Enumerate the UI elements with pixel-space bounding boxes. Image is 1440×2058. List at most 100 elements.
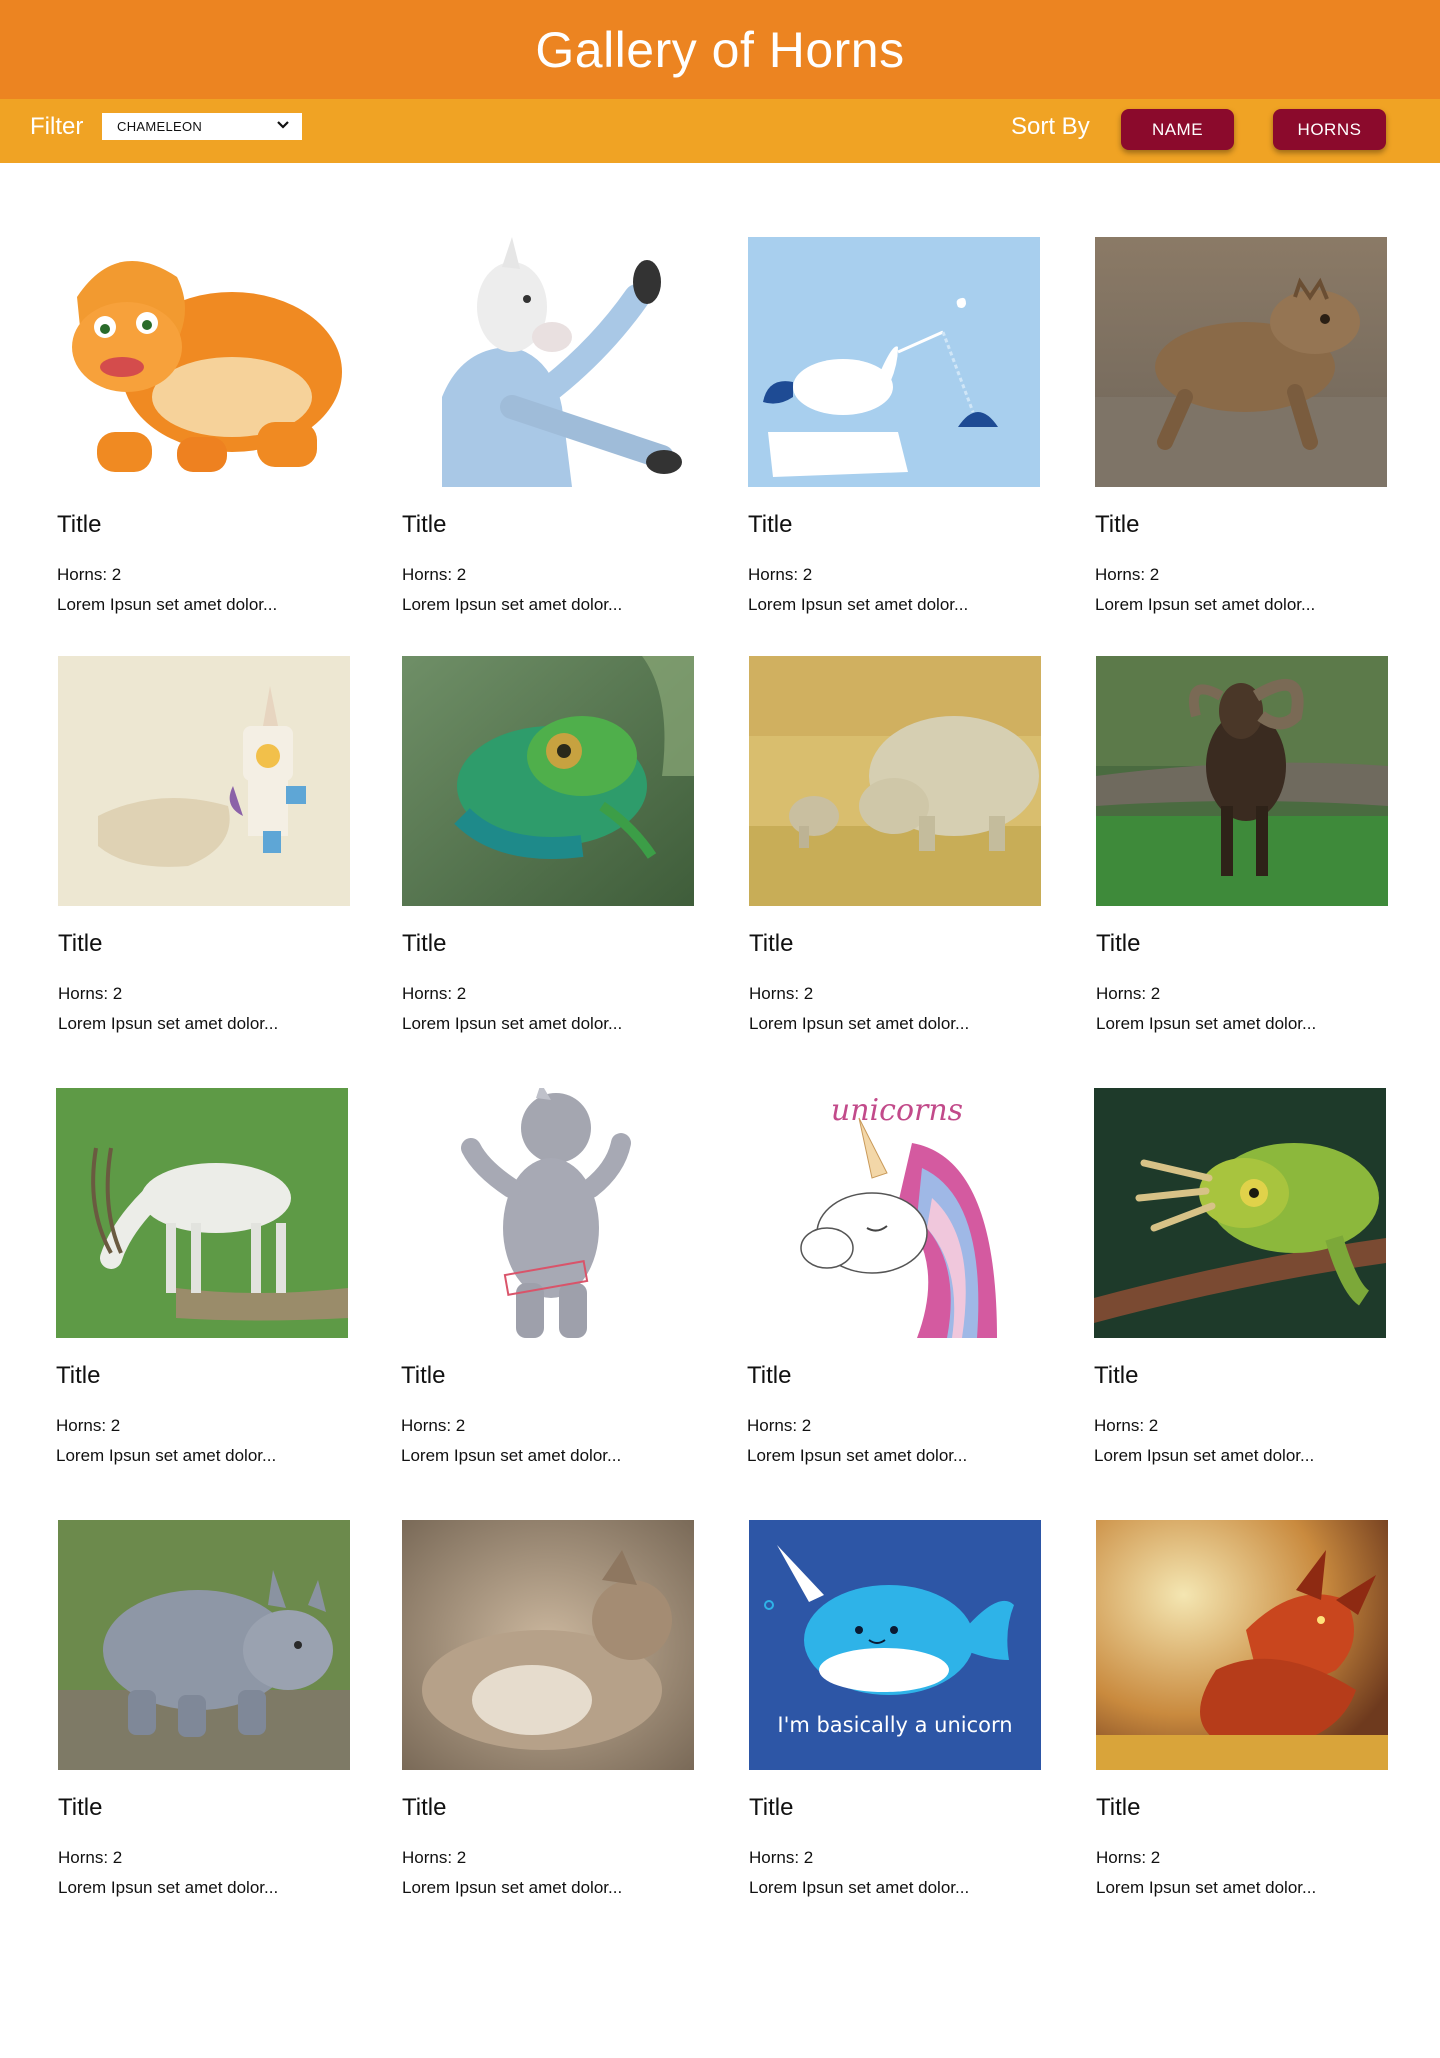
card-description: Lorem Ipsun set amet dolor... — [1094, 1446, 1315, 1465]
card-title: Title — [1095, 511, 1140, 538]
gallery-card[interactable]: Title Horns: 2 Lorem Ipsun set amet dolo… — [1095, 237, 1387, 615]
rhino-mascot-costume-image — [401, 1088, 693, 1338]
card-description: Lorem Ipsun set amet dolor... — [58, 1014, 279, 1033]
mouflon-ram-image — [1096, 656, 1388, 906]
card-description: Lorem Ipsun set amet dolor... — [56, 1446, 277, 1465]
gallery-card[interactable]: Title Horns: 2 Lorem Ipsun set amet dolo… — [1094, 1088, 1386, 1466]
narwhal-cartoon-image: I'm basically a unicorn — [749, 1520, 1041, 1770]
card-description: Lorem Ipsun set amet dolor... — [1096, 1014, 1317, 1033]
card-image[interactable] — [749, 656, 1041, 906]
card-description: Lorem Ipsun set amet dolor... — [57, 595, 278, 614]
sort-by-horns-button[interactable]: HORNS — [1273, 109, 1386, 150]
lego-unicorn-figure-image — [58, 656, 350, 906]
narwhal-caption-text: I'm basically a unicorn — [777, 1713, 1012, 1737]
card-title: Title — [402, 511, 447, 538]
horned-lizard-image — [1095, 237, 1387, 487]
card-description: Lorem Ipsun set amet dolor... — [402, 1878, 623, 1897]
card-image[interactable] — [56, 1088, 348, 1338]
gallery-card[interactable]: Title Horns: 2 Lorem Ipsun set amet dolo… — [58, 1520, 350, 1898]
card-image[interactable] — [58, 1520, 350, 1770]
card-horns: Horns: 2 — [401, 1416, 466, 1435]
card-image[interactable] — [1096, 1520, 1388, 1770]
card-horns: Horns: 2 — [1095, 565, 1160, 584]
card-horns: Horns: 2 — [402, 565, 467, 584]
card-title: Title — [58, 930, 103, 957]
card-title: Title — [1096, 1794, 1141, 1821]
filter-sort-toolbar: Filter CHAMELEON Sort By NAME HORNS — [0, 99, 1440, 163]
gallery-card[interactable]: unicorns Title Horns: 2 Lorem Ipsun set … — [747, 1088, 1039, 1466]
sleeping-animal-blurry-image — [402, 1520, 694, 1770]
card-image[interactable] — [1096, 656, 1388, 906]
filter-label: Filter — [30, 113, 84, 140]
unicorn-narwhal-illustration-image — [748, 237, 1040, 487]
card-image[interactable] — [748, 237, 1040, 487]
card-title: Title — [56, 1362, 101, 1389]
page-header: Gallery of Horns — [0, 0, 1440, 99]
card-description: Lorem Ipsun set amet dolor... — [747, 1446, 968, 1465]
card-image[interactable] — [402, 1520, 694, 1770]
card-description: Lorem Ipsun set amet dolor... — [749, 1014, 970, 1033]
card-description: Lorem Ipsun set amet dolor... — [1096, 1878, 1317, 1897]
gallery-card[interactable]: Title Horns: 2 Lorem Ipsun set amet dolo… — [749, 656, 1041, 1034]
card-title: Title — [1096, 930, 1141, 957]
card-title: Title — [749, 930, 794, 957]
card-image[interactable] — [402, 237, 694, 487]
card-title: Title — [748, 511, 793, 538]
gallery-card[interactable]: Title Horns: 2 Lorem Ipsun set amet dolo… — [402, 1520, 694, 1898]
card-image[interactable]: unicorns — [747, 1088, 1039, 1338]
card-horns: Horns: 2 — [1094, 1416, 1159, 1435]
card-horns: Horns: 2 — [58, 1848, 123, 1867]
card-description: Lorem Ipsun set amet dolor... — [749, 1878, 970, 1897]
filter-select[interactable]: CHAMELEON — [102, 113, 302, 140]
card-image[interactable] — [1095, 237, 1387, 487]
card-image[interactable]: I'm basically a unicorn — [749, 1520, 1041, 1770]
card-description: Lorem Ipsun set amet dolor... — [401, 1446, 622, 1465]
unicorn-mask-person-image — [402, 237, 694, 487]
card-image[interactable] — [402, 656, 694, 906]
sort-by-name-button[interactable]: NAME — [1121, 109, 1234, 150]
jacksons-chameleon-image — [1094, 1088, 1386, 1338]
card-horns: Horns: 2 — [57, 565, 122, 584]
gallery-card[interactable]: Title Horns: 2 Lorem Ipsun set amet dolo… — [748, 237, 1040, 615]
gallery-card[interactable]: Title Horns: 2 Lorem Ipsun set amet dolo… — [56, 1088, 348, 1466]
chevron-down-icon — [277, 121, 289, 129]
card-horns: Horns: 2 — [749, 1848, 814, 1867]
gallery-card[interactable]: Title Horns: 2 Lorem Ipsun set amet dolo… — [402, 237, 694, 615]
card-title: Title — [58, 1794, 103, 1821]
gallery-card[interactable]: Title Horns: 2 Lorem Ipsun set amet dolo… — [58, 656, 350, 1034]
card-title: Title — [1094, 1362, 1139, 1389]
gallery-card[interactable]: Title Horns: 2 Lorem Ipsun set amet dolo… — [402, 656, 694, 1034]
gallery-card[interactable]: I'm basically a unicorn Title Horns: 2 L… — [749, 1520, 1041, 1898]
unicorns-caption-text: unicorns — [831, 1093, 963, 1128]
card-horns: Horns: 2 — [56, 1416, 121, 1435]
addax-antelope-image — [56, 1088, 348, 1338]
card-description: Lorem Ipsun set amet dolor... — [402, 1014, 623, 1033]
chameleon-green-image — [402, 656, 694, 906]
card-horns: Horns: 2 — [1096, 984, 1161, 1003]
card-horns: Horns: 2 — [747, 1416, 812, 1435]
gallery-card[interactable]: Title Horns: 2 Lorem Ipsun set amet dolo… — [401, 1088, 693, 1466]
card-title: Title — [402, 1794, 447, 1821]
filter-selected-value: CHAMELEON — [117, 119, 203, 134]
card-horns: Horns: 2 — [748, 565, 813, 584]
gallery-card[interactable]: Title Horns: 2 Lorem Ipsun set amet dolo… — [57, 237, 349, 615]
card-image[interactable] — [57, 237, 349, 487]
card-image[interactable] — [401, 1088, 693, 1338]
card-image[interactable] — [58, 656, 350, 906]
card-horns: Horns: 2 — [1096, 1848, 1161, 1867]
card-title: Title — [401, 1362, 446, 1389]
gallery-grid: Title Horns: 2 Lorem Ipsun set amet dolo… — [0, 163, 1440, 2058]
card-image[interactable] — [1094, 1088, 1386, 1338]
rhino-mother-calf-image — [749, 656, 1041, 906]
card-horns: Horns: 2 — [402, 1848, 467, 1867]
card-title: Title — [57, 511, 102, 538]
card-description: Lorem Ipsun set amet dolor... — [1095, 595, 1316, 614]
card-horns: Horns: 2 — [749, 984, 814, 1003]
red-dragon-painting-image — [1096, 1520, 1388, 1770]
card-description: Lorem Ipsun set amet dolor... — [748, 595, 969, 614]
gallery-card[interactable]: Title Horns: 2 Lorem Ipsun set amet dolo… — [1096, 656, 1388, 1034]
watercolor-unicorn-image: unicorns — [747, 1088, 1039, 1338]
card-title: Title — [402, 930, 447, 957]
sort-label: Sort By — [1011, 113, 1090, 140]
gallery-card[interactable]: Title Horns: 2 Lorem Ipsun set amet dolo… — [1096, 1520, 1388, 1898]
